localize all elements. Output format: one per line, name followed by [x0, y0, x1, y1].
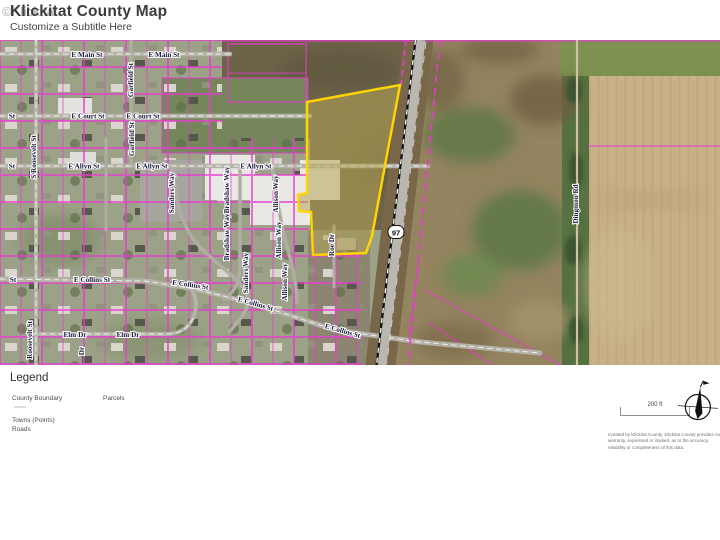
attribution-line: warranty, expressed or implied, as to th… [608, 438, 720, 444]
street-label: Dr [78, 346, 86, 355]
map-svg: 97 E Main St E Main St E Court St E Cour… [0, 40, 720, 365]
compass-rose-icon [676, 378, 720, 432]
street-label: Roe Dr [328, 233, 336, 256]
street-label: E Court St [71, 113, 105, 121]
page: ©Klickitat Klickitat County Map Customiz… [0, 0, 720, 540]
legend-heading: Legend [10, 372, 48, 384]
legend-item-towns-points: Towns (Points) [12, 417, 55, 424]
map-viewport[interactable]: 97 E Main St E Main St E Court St E Cour… [0, 40, 720, 365]
street-label: Allison Way [272, 175, 280, 213]
street-label: E Allyn St [240, 163, 272, 171]
street-label: Allison Way [281, 263, 289, 301]
highway-97-shield: 97 [388, 226, 404, 239]
highway-shield-number: 97 [392, 229, 400, 238]
street-label: E Allyn St [68, 163, 100, 171]
street-label: St [10, 276, 17, 284]
street-label: Garfield St [127, 62, 135, 97]
street-label: Bradshaw Way [223, 213, 231, 260]
street-label: Elm Dr [64, 331, 88, 339]
legend-item-county-boundary: County Boundary [12, 395, 62, 402]
street-label: E Collins St [74, 276, 111, 284]
street-label: Garfield St [128, 121, 136, 156]
page-subtitle: Customize a Subtitle Here [10, 21, 132, 33]
street-label: Sanders Way [242, 252, 250, 293]
street-label: E Main St [71, 51, 103, 59]
street-label: E Allyn St [136, 163, 168, 171]
attribution-text: Created by Klickitat County. Klickitat C… [608, 432, 720, 451]
street-label: Allison Way [275, 221, 283, 259]
legend-item-roads: Roads [12, 426, 31, 433]
street-label: Elm Dr [117, 331, 141, 339]
street-label: S Roosevelt St [30, 135, 38, 179]
page-title: Klickitat County Map [10, 3, 167, 21]
street-label: Dingmon Rd [572, 184, 580, 223]
street-label: St [9, 163, 16, 171]
attribution-line: reliability or completeness of this data… [608, 445, 720, 451]
street-label: E Main St [148, 51, 180, 59]
county-boundary-swatch [14, 406, 26, 408]
street-label: Sanders Way [168, 172, 176, 213]
street-label: St [9, 113, 16, 121]
street-label: E Court St [126, 113, 160, 121]
street-label: Roosevelt St [26, 321, 34, 359]
street-label: Bradshaw Way [223, 166, 231, 213]
legend-item-parcels: Parcels [103, 395, 125, 402]
